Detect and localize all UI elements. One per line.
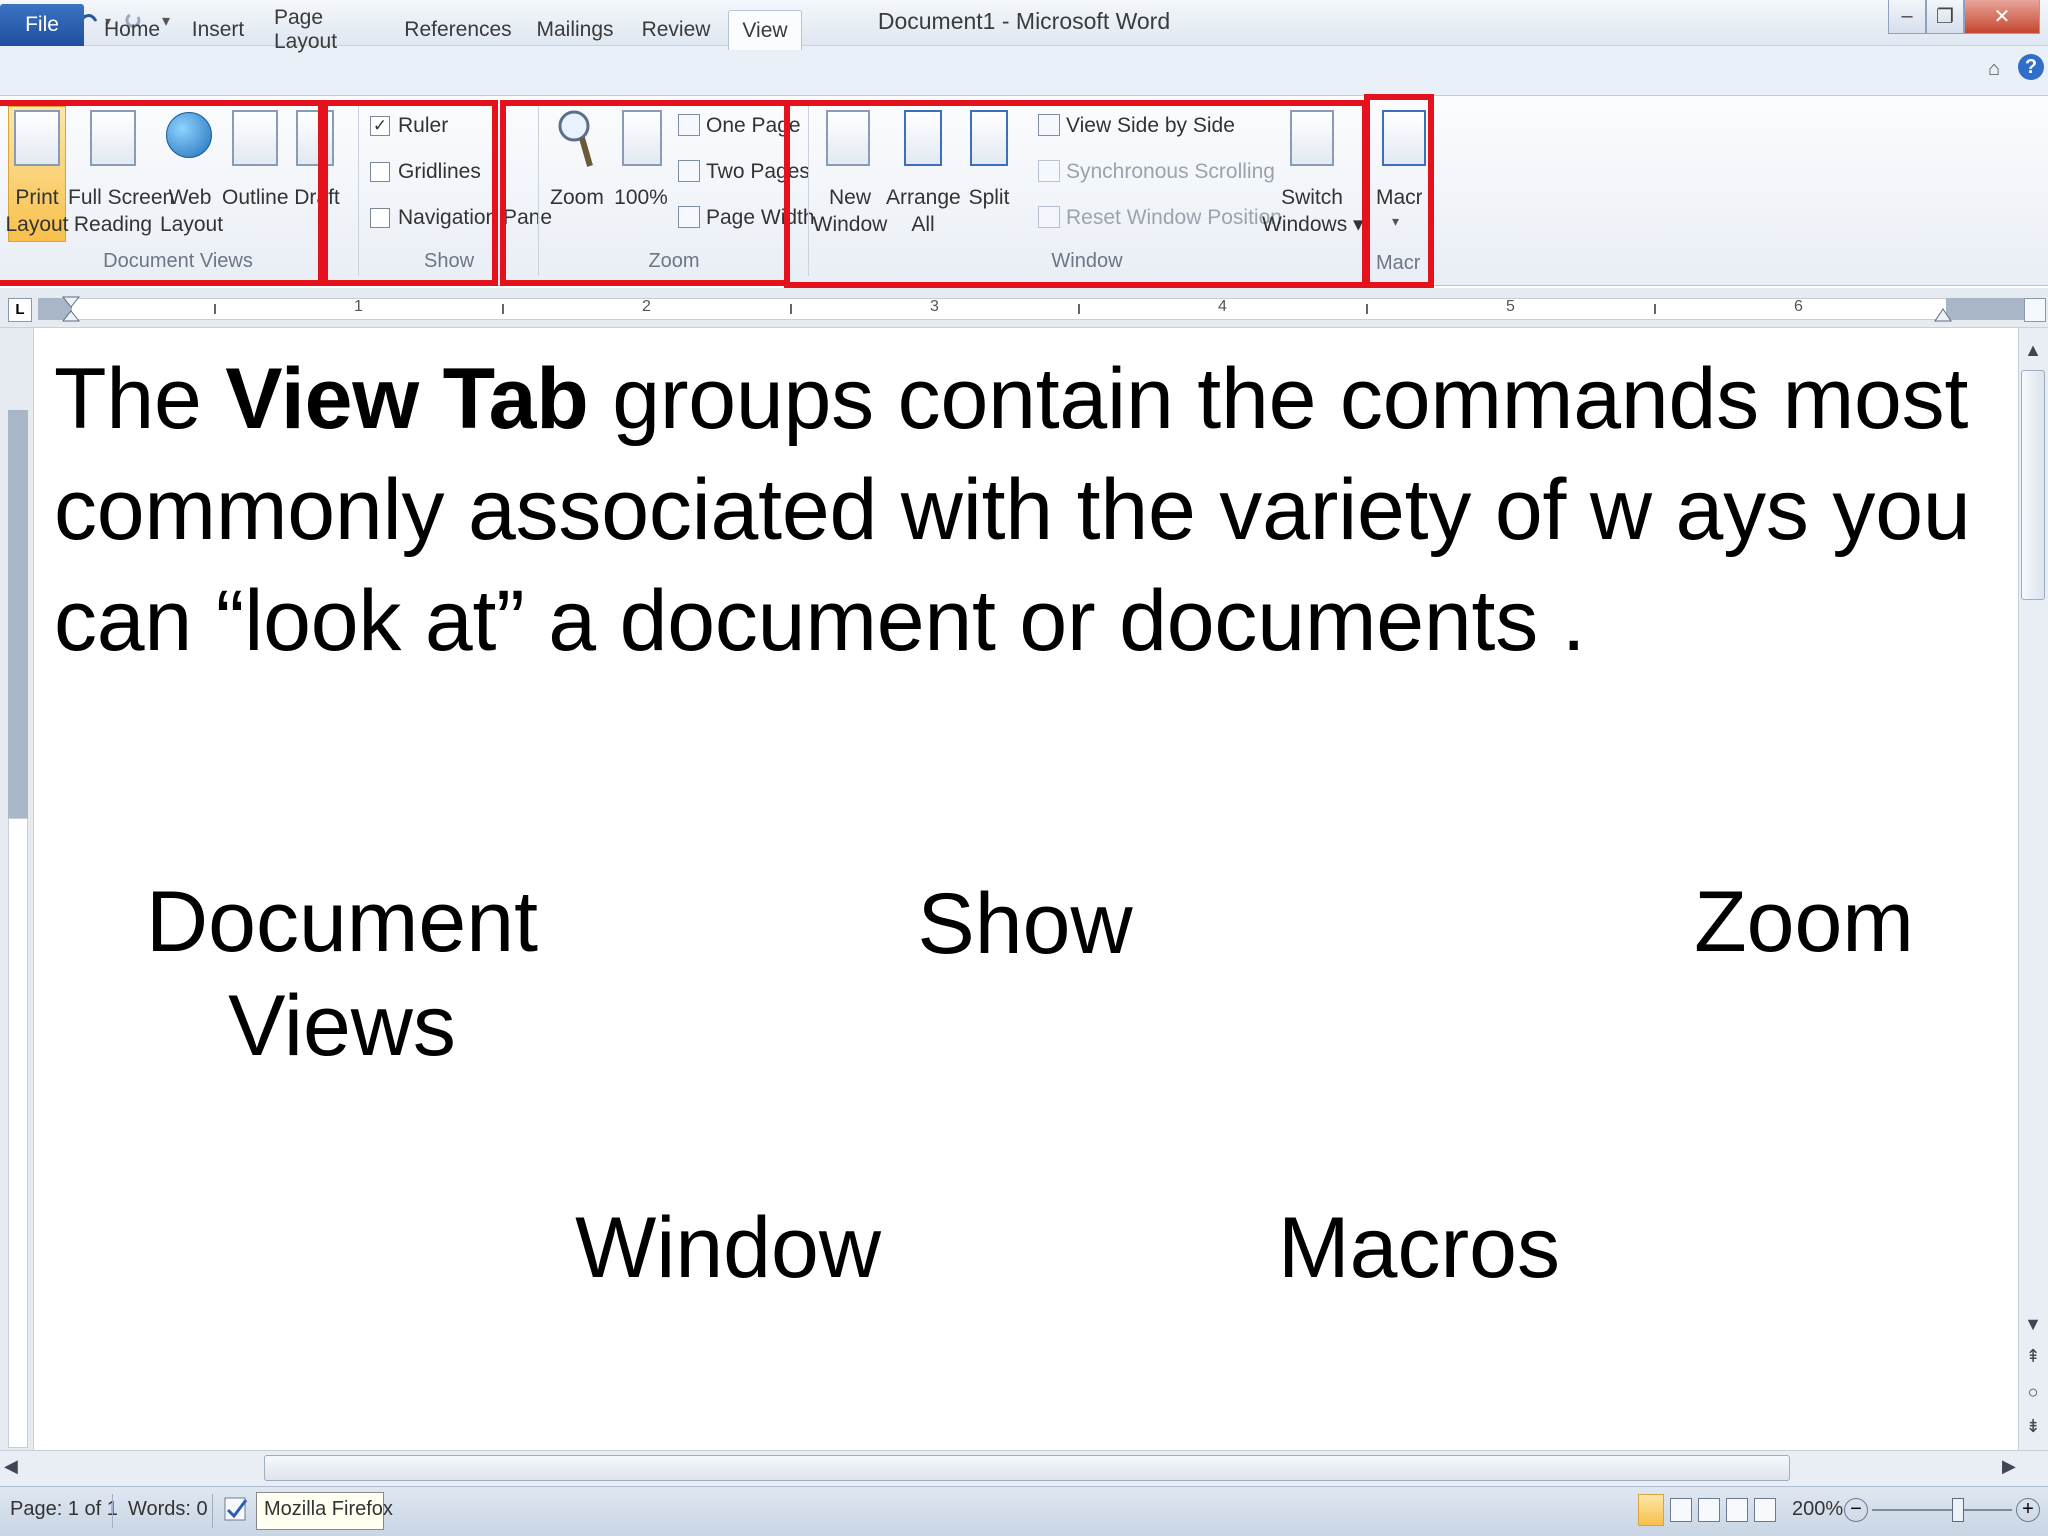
ruler-tick [1078, 304, 1080, 314]
word-count[interactable]: Words: 0 [128, 1498, 208, 1521]
tab-view[interactable]: View [728, 10, 802, 50]
vertical-scroll-thumb[interactable] [2021, 370, 2045, 600]
view-ruler-icon[interactable] [2024, 298, 2046, 322]
document-body-text: The View Tab groups contain the commands… [54, 344, 2014, 677]
ruler-number: 5 [1506, 298, 1515, 315]
web-layout-view-icon[interactable] [1698, 1498, 1720, 1522]
highlight-box-zoom [500, 100, 790, 286]
label-show: Show [917, 876, 1133, 972]
ruler-tick [214, 304, 216, 314]
horizontal-scroll-thumb[interactable] [264, 1455, 1790, 1481]
tab-insert[interactable]: Insert [182, 10, 254, 50]
scroll-up-arrow[interactable]: ▲ [2018, 340, 2048, 361]
zoom-out-icon[interactable]: − [1844, 1498, 1868, 1522]
highlight-box-document-views [0, 100, 324, 286]
next-page-icon[interactable]: ⇟ [2018, 1416, 2048, 1437]
vertical-ruler-margin [8, 410, 28, 818]
ruler-margin-right [1946, 298, 2026, 320]
previous-page-icon[interactable]: ⇞ [2018, 1346, 2048, 1367]
scroll-left-arrow[interactable]: ◀ [4, 1456, 18, 1477]
ruler-tick [1366, 304, 1368, 314]
ruler-number: 1 [354, 298, 363, 315]
select-browse-object-icon[interactable]: ○ [2018, 1382, 2048, 1403]
highlight-box-window [784, 100, 1368, 288]
ruler-number: 3 [930, 298, 939, 315]
tab-references[interactable]: References [404, 10, 512, 50]
label-document-views: Document Views [146, 874, 538, 1074]
tab-review[interactable]: Review [640, 10, 712, 50]
body-text-intro: The [54, 351, 226, 447]
scroll-right-arrow[interactable]: ▶ [2002, 1456, 2016, 1477]
ruler-number: 4 [1218, 298, 1227, 315]
minimize-button[interactable]: – [1888, 0, 1926, 34]
scroll-down-arrow[interactable]: ▼ [2018, 1314, 2048, 1335]
close-button[interactable]: ✕ [1964, 0, 2040, 34]
outline-view-icon[interactable] [1726, 1498, 1748, 1522]
tab-mailings[interactable]: Mailings [534, 10, 616, 50]
indent-marker[interactable] [61, 296, 81, 322]
tab-home[interactable]: Home [100, 10, 164, 50]
zoom-level[interactable]: 200% [1792, 1498, 1843, 1521]
full-screen-view-icon[interactable] [1670, 1498, 1692, 1522]
ruler-tick [790, 304, 792, 314]
help-icon[interactable]: ? [2018, 54, 2044, 80]
tooltip-label: Mozilla Firefox [264, 1498, 393, 1520]
status-separator [112, 1494, 113, 1528]
vertical-ruler-track [8, 818, 28, 1448]
right-indent-marker[interactable] [1934, 300, 1952, 322]
tab-selector[interactable]: L [8, 298, 32, 322]
proofing-icon[interactable] [222, 1494, 250, 1524]
highlight-box-macros [1364, 94, 1434, 288]
minimize-ribbon-icon[interactable]: ⌂ [1988, 58, 2000, 81]
zoom-slider-thumb[interactable] [1952, 1498, 1964, 1522]
tab-file[interactable]: File [0, 4, 84, 46]
ruler-number: 6 [1794, 298, 1803, 315]
ruler-track [38, 298, 2028, 320]
zoom-slider-track[interactable] [1872, 1509, 2012, 1511]
label-zoom: Zoom [1694, 874, 1914, 970]
label-window: Window [575, 1200, 881, 1296]
restore-button[interactable]: ❐ [1926, 0, 1964, 34]
highlight-box-show [322, 100, 498, 286]
status-separator [212, 1494, 213, 1528]
body-text-bold: View Tab [225, 351, 589, 447]
ruler-tick [1654, 304, 1656, 314]
zoom-in-icon[interactable]: + [2016, 1498, 2040, 1522]
tab-page-layout[interactable]: Page Layout [274, 6, 380, 53]
page-count[interactable]: Page: 1 of 1 [10, 1498, 118, 1521]
print-layout-view-icon[interactable] [1638, 1494, 1664, 1526]
draft-view-icon[interactable] [1754, 1498, 1776, 1522]
ruler-tick [502, 304, 504, 314]
label-macros: Macros [1278, 1200, 1560, 1296]
ruler-number: 2 [642, 298, 651, 315]
